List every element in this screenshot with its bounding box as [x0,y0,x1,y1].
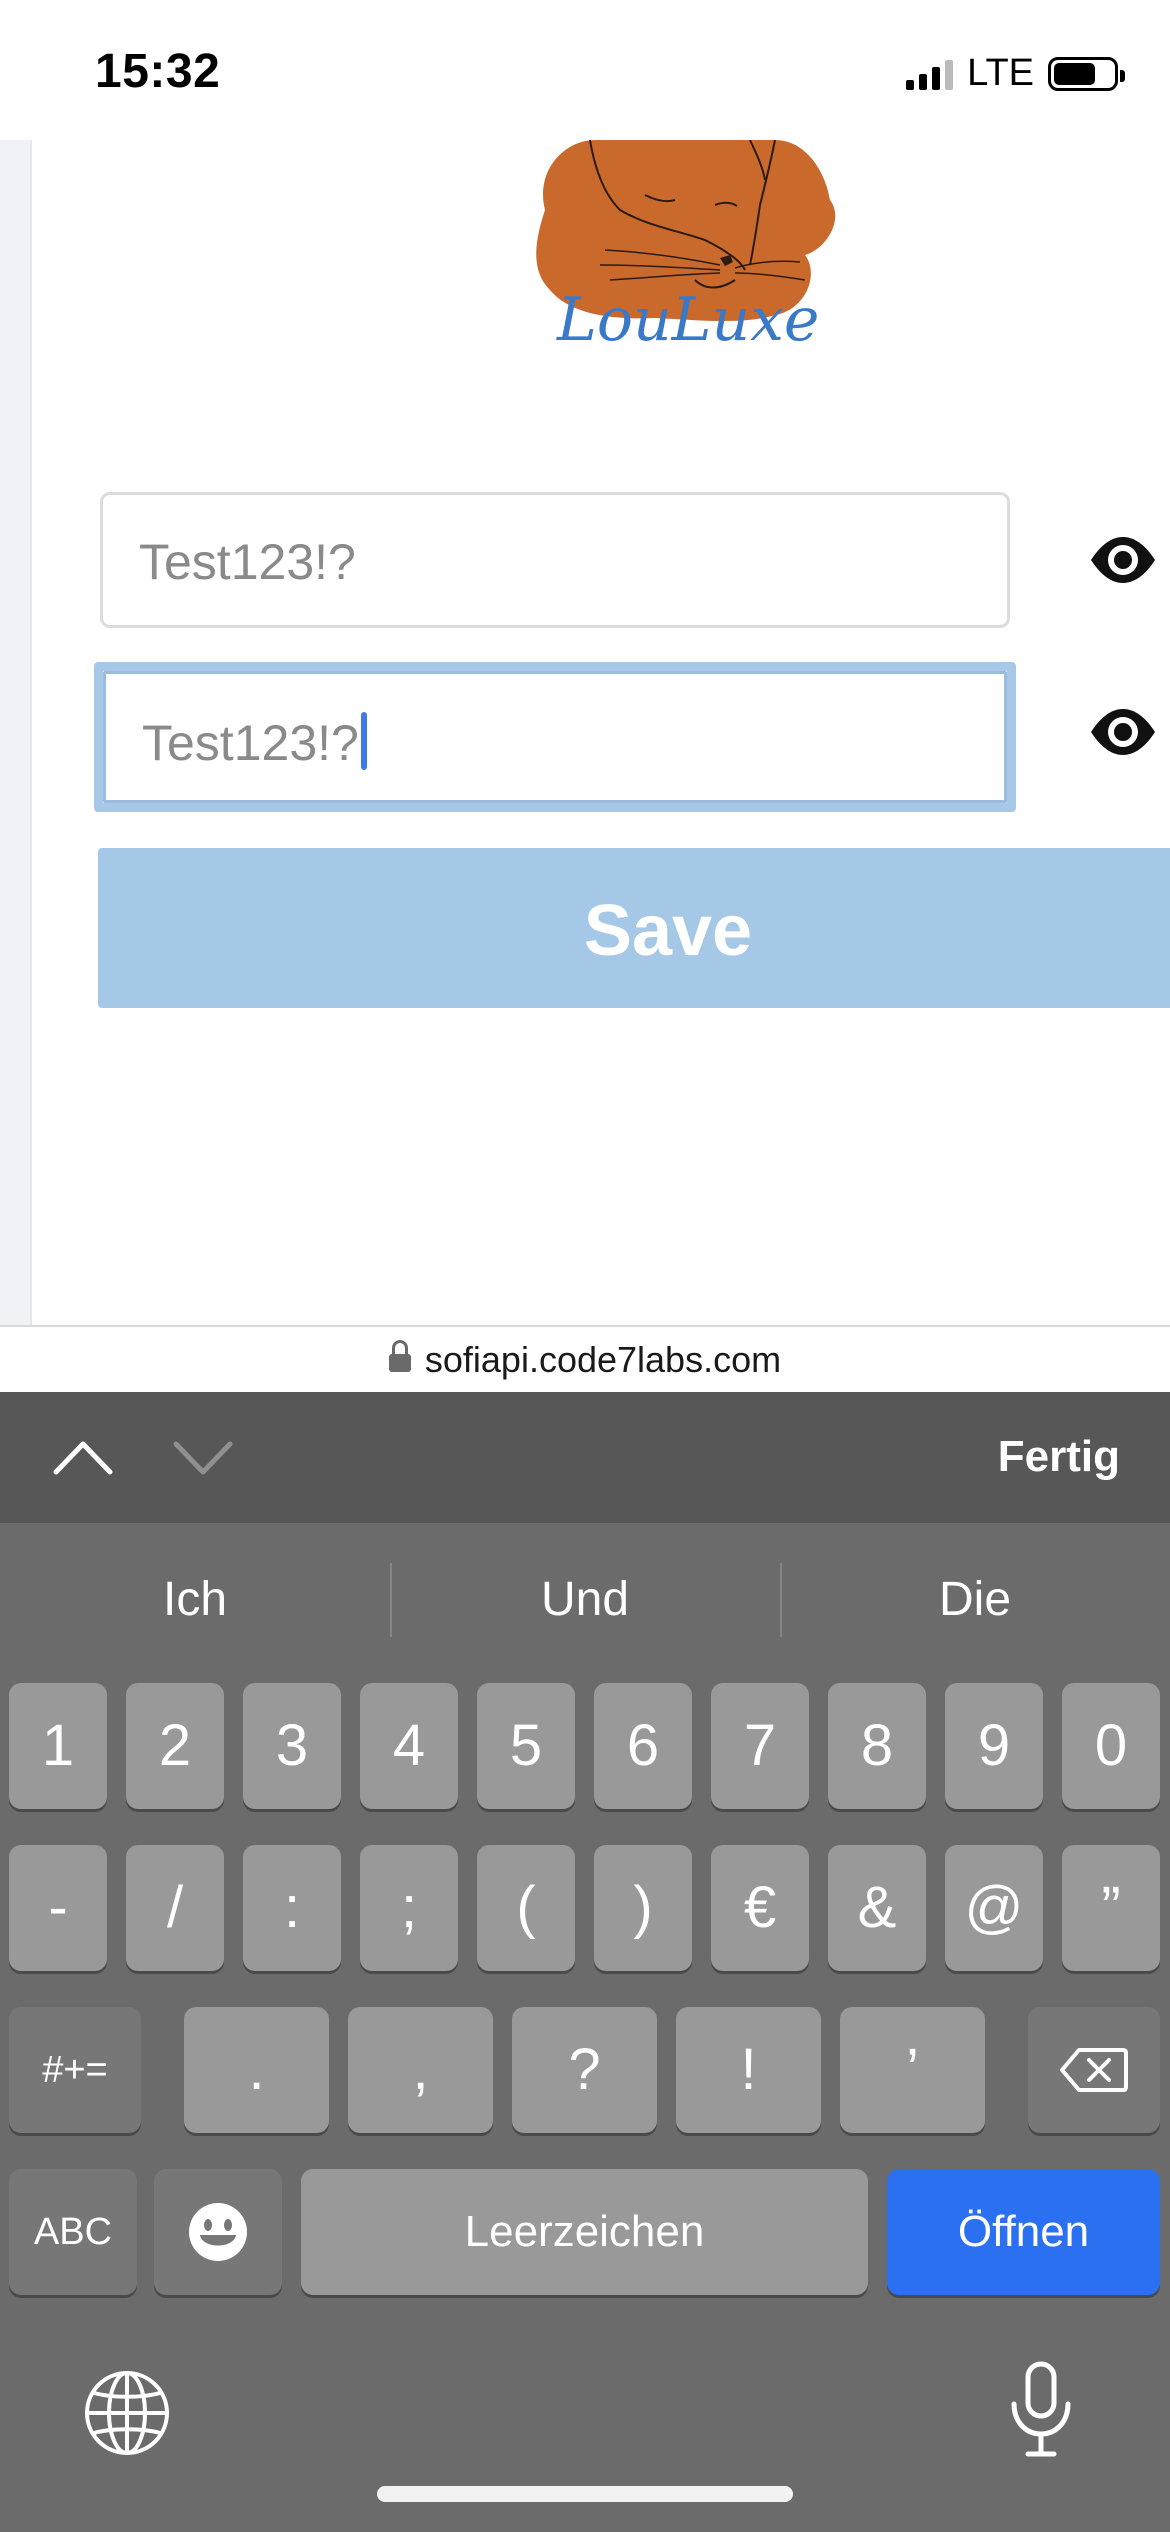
web-page: LouLuxe Test123!? Test123!? Save [0,140,1170,1325]
page-edge [0,140,32,1325]
logo-text: LouLuxe [556,285,819,350]
key-slash[interactable]: / [126,1845,224,1971]
eye-icon[interactable] [1088,525,1158,595]
key-open-paren[interactable]: ( [477,1845,575,1971]
key-comma[interactable]: , [348,2007,493,2133]
key-8[interactable]: 8 [828,1683,926,1809]
suggestion-item[interactable]: Ich [0,1523,390,1663]
key-7[interactable]: 7 [711,1683,809,1809]
key-9[interactable]: 9 [945,1683,1043,1809]
url-bar[interactable]: sofiapi.code7labs.com [0,1325,1170,1392]
home-indicator[interactable] [377,2486,793,2502]
eye-icon[interactable] [1088,697,1158,767]
key-6[interactable]: 6 [594,1683,692,1809]
done-button[interactable]: Fertig [998,1432,1120,1482]
suggestion-bar: Ich Und Die [0,1523,1170,1663]
key-colon[interactable]: : [243,1845,341,1971]
suggestion-item[interactable]: Die [780,1523,1170,1663]
emoji-key[interactable] [154,2169,282,2295]
chevron-up-icon[interactable] [48,1432,118,1482]
key-period[interactable]: . [184,2007,329,2133]
key-apostrophe[interactable]: ’ [840,2007,985,2133]
keyboard: Ich Und Die 1 2 3 4 5 6 7 8 9 0 - / : ; … [0,1523,1170,2532]
status-time: 15:32 [95,45,221,98]
lock-icon [388,1339,411,1375]
key-at[interactable]: @ [945,1845,1043,1971]
key-1[interactable]: 1 [9,1683,107,1809]
key-close-paren[interactable]: ) [594,1845,692,1971]
status-indicators: LTE [906,52,1125,95]
key-4[interactable]: 4 [360,1683,458,1809]
space-key[interactable]: Leerzeichen [301,2169,868,2295]
key-3[interactable]: 3 [243,1683,341,1809]
backspace-icon [1060,2048,1128,2092]
signal-strength-icon [906,58,954,90]
microphone-icon[interactable] [1006,2360,1076,2460]
network-type: LTE [967,52,1034,94]
confirm-password-value-wrap: Test123!? [142,712,367,772]
key-euro[interactable]: € [711,1845,809,1971]
status-bar: 15:32 LTE [0,0,1170,140]
key-0[interactable]: 0 [1062,1683,1160,1809]
key-quote[interactable]: ” [1062,1845,1160,1971]
text-caret [360,712,367,770]
chevron-down-icon[interactable] [168,1432,238,1482]
password-value: Test123!? [139,534,356,590]
return-key[interactable]: Öffnen [887,2169,1160,2295]
confirm-password-input[interactable]: Test123!? [94,662,1016,812]
abc-key[interactable]: ABC [9,2169,137,2295]
key-question[interactable]: ? [512,2007,657,2133]
keyboard-toolbar: Fertig [0,1392,1170,1523]
save-label: Save [583,891,753,971]
key-exclamation[interactable]: ! [676,2007,821,2133]
louluxe-logo: LouLuxe [536,140,836,350]
key-2[interactable]: 2 [126,1683,224,1809]
key-hyphen[interactable]: - [9,1845,107,1971]
key-ampersand[interactable]: & [828,1845,926,1971]
emoji-icon [189,2203,247,2261]
battery-icon [1048,56,1125,91]
suggestion-item[interactable]: Und [390,1523,780,1663]
globe-icon[interactable] [82,2368,172,2458]
save-button[interactable]: Save [98,848,1170,1008]
confirm-password-value: Test123!? [142,715,359,771]
symbols-mode-key[interactable]: #+= [9,2007,141,2133]
url-domain: sofiapi.code7labs.com [424,1338,782,1380]
password-input[interactable]: Test123!? [100,492,1010,628]
key-semicolon[interactable]: ; [360,1845,458,1971]
key-5[interactable]: 5 [477,1683,575,1809]
backspace-key[interactable] [1028,2007,1160,2133]
